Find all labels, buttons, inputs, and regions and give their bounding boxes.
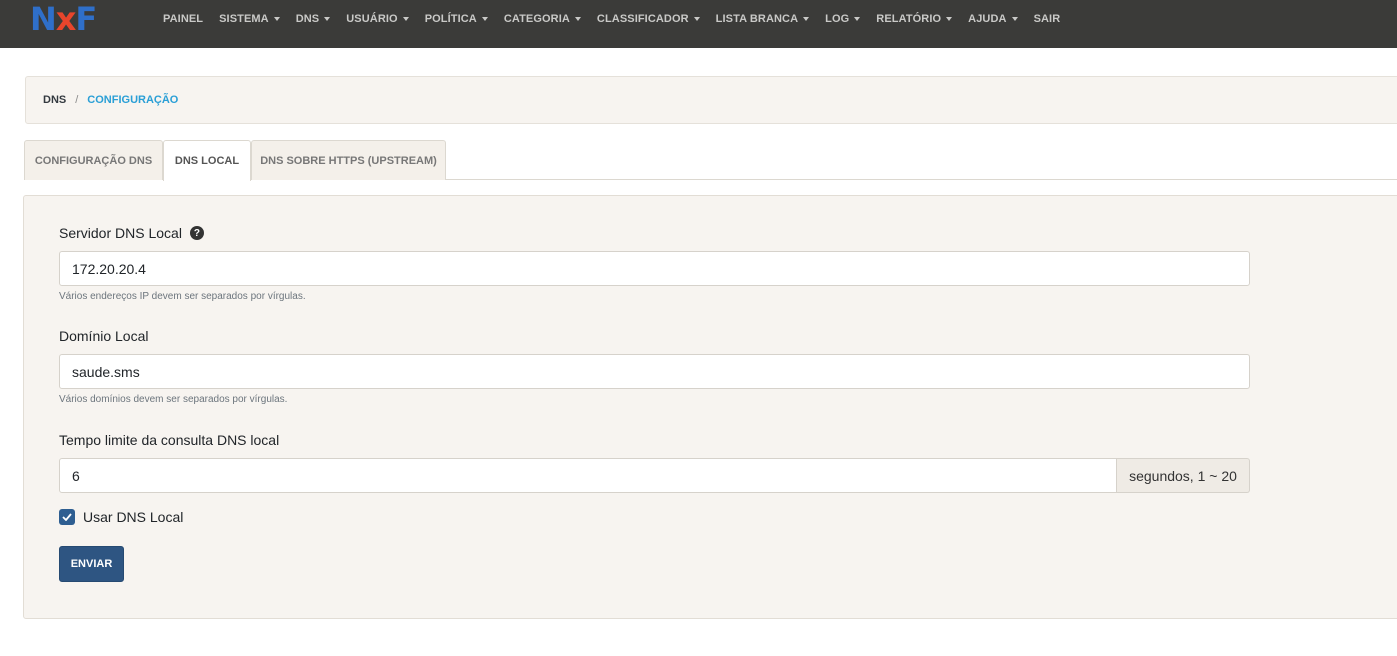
main-menu: PAINEL SISTEMA DNS USUÁRIO POLÍTICA CATE… xyxy=(155,0,1068,38)
timeout-input-group: 6 segundos, 1 ~ 20 xyxy=(59,458,1250,493)
caret-down-icon xyxy=(574,17,581,21)
domain-help-text: Vários domínios devem ser separados por … xyxy=(59,394,288,405)
nav-item-sistema[interactable]: SISTEMA xyxy=(211,13,288,25)
timeout-label: Tempo limite da consulta DNS local xyxy=(59,432,280,448)
caret-down-icon xyxy=(946,17,953,21)
nav-item-dns[interactable]: DNS xyxy=(288,13,339,25)
nav-item-sair[interactable]: SAIR xyxy=(1026,13,1069,25)
breadcrumb-current: CONFIGURAÇÃO xyxy=(87,94,179,106)
caret-down-icon xyxy=(693,17,700,21)
server-input[interactable]: 172.20.20.4 xyxy=(59,251,1250,286)
nav-item-log[interactable]: LOG xyxy=(817,13,868,25)
nav-item-lista-branca[interactable]: LISTA BRANCA xyxy=(708,13,817,25)
nav-item-classificador[interactable]: CLASSIFICADOR xyxy=(589,13,708,25)
nav-item-relatorio[interactable]: RELATÓRIO xyxy=(868,13,960,25)
domain-label: Domínio Local xyxy=(59,328,149,344)
breadcrumb-separator: / xyxy=(75,94,79,106)
timeout-input[interactable]: 6 xyxy=(59,458,1117,493)
brand-logo[interactable]: N x F xyxy=(30,2,136,36)
nav-item-ajuda[interactable]: AJUDA xyxy=(960,13,1025,25)
caret-down-icon xyxy=(324,17,331,21)
nav-item-politica[interactable]: POLÍTICA xyxy=(417,13,496,25)
tab-bar: CONFIGURAÇÃO DNS DNS LOCAL DNS SOBRE HTT… xyxy=(24,140,1397,181)
caret-down-icon xyxy=(273,17,280,21)
check-icon xyxy=(62,513,72,521)
server-label: Servidor DNS Local ? xyxy=(59,225,204,241)
tab-dns-local[interactable]: DNS LOCAL xyxy=(163,140,251,181)
logo-letter-x: x xyxy=(55,0,77,38)
breadcrumb-dns[interactable]: DNS xyxy=(43,94,66,106)
tab-dns-sobre-https[interactable]: DNS SOBRE HTTPS (UPSTREAM) xyxy=(251,140,446,180)
breadcrumb: DNS / CONFIGURAÇÃO xyxy=(25,76,1397,124)
caret-down-icon xyxy=(481,17,488,21)
submit-button[interactable]: ENVIAR xyxy=(59,546,124,582)
use-local-dns-label[interactable]: Usar DNS Local xyxy=(83,509,183,525)
server-help-text: Vários endereços IP devem ser separados … xyxy=(59,291,306,302)
caret-down-icon xyxy=(402,17,409,21)
use-local-dns-checkbox[interactable] xyxy=(59,509,75,525)
help-icon[interactable]: ? xyxy=(189,226,204,240)
caret-down-icon xyxy=(803,17,810,21)
timeout-unit-addon: segundos, 1 ~ 20 xyxy=(1117,458,1250,493)
nav-item-painel[interactable]: PAINEL xyxy=(155,13,211,25)
caret-down-icon xyxy=(854,17,861,21)
domain-input[interactable]: saude.sms xyxy=(59,354,1250,389)
use-local-dns-row: Usar DNS Local xyxy=(59,509,183,525)
tab-configuracao-dns[interactable]: CONFIGURAÇÃO DNS xyxy=(24,140,163,180)
caret-down-icon xyxy=(1011,17,1018,21)
logo-letter-n: N xyxy=(30,0,57,38)
logo-letter-f: F xyxy=(75,0,97,38)
nav-item-categoria[interactable]: CATEGORIA xyxy=(496,13,589,25)
nav-item-usuario[interactable]: USUÁRIO xyxy=(338,13,416,25)
top-navbar: N x F PAINEL SISTEMA DNS USUÁRIO POLÍTIC… xyxy=(0,0,1397,48)
